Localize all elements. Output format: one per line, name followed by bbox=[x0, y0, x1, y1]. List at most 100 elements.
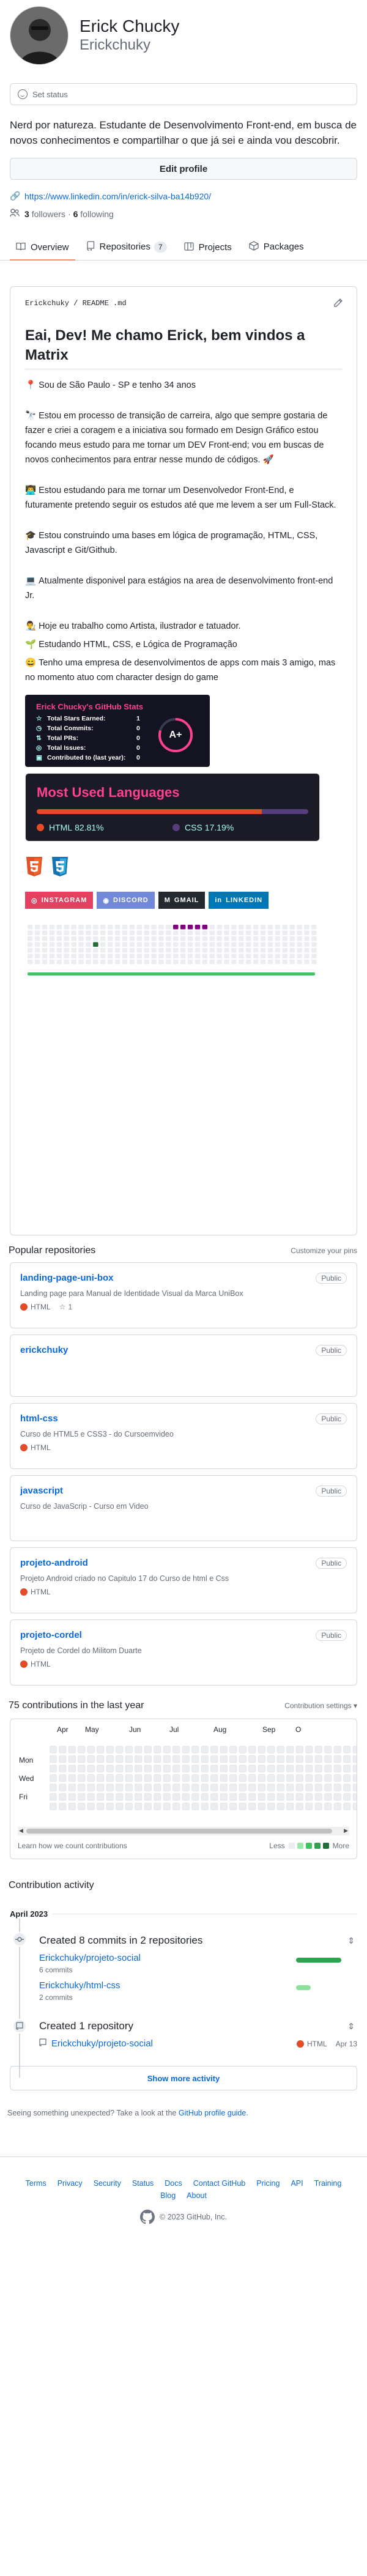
contribution-day-cell[interactable] bbox=[97, 1764, 105, 1772]
contribution-day-cell[interactable] bbox=[258, 1774, 265, 1782]
contribution-day-cell[interactable] bbox=[191, 1793, 199, 1801]
contribution-day-cell[interactable] bbox=[163, 1774, 171, 1782]
contribution-day-cell[interactable] bbox=[78, 1755, 86, 1763]
contribution-day-cell[interactable] bbox=[106, 1802, 114, 1810]
contribution-day-cell[interactable] bbox=[305, 1745, 313, 1753]
contribution-day-cell[interactable] bbox=[154, 1764, 161, 1772]
contribution-day-cell[interactable] bbox=[68, 1745, 76, 1753]
contribution-day-cell[interactable] bbox=[116, 1764, 124, 1772]
profile-guide-link[interactable]: GitHub profile guide bbox=[179, 2109, 246, 2117]
contribution-day-cell[interactable] bbox=[286, 1745, 294, 1753]
repo-name-link[interactable]: projeto-android bbox=[20, 1558, 88, 1568]
customize-pins-link[interactable]: Customize your pins bbox=[291, 1246, 357, 1255]
footer-link[interactable]: Security bbox=[94, 2179, 121, 2188]
contribution-day-cell[interactable] bbox=[343, 1755, 351, 1763]
contribution-day-cell[interactable] bbox=[87, 1745, 95, 1753]
contribution-day-cell[interactable] bbox=[125, 1774, 133, 1782]
contribution-day-cell[interactable] bbox=[50, 1802, 57, 1810]
contribution-day-cell[interactable] bbox=[144, 1764, 152, 1772]
contribution-day-cell[interactable] bbox=[295, 1774, 303, 1782]
contribution-day-cell[interactable] bbox=[125, 1755, 133, 1763]
contribution-day-cell[interactable] bbox=[182, 1755, 190, 1763]
contribution-day-cell[interactable] bbox=[324, 1802, 332, 1810]
contribution-day-cell[interactable] bbox=[239, 1745, 247, 1753]
scroll-right-arrow-icon[interactable]: ▶ bbox=[344, 1827, 348, 1834]
contribution-day-cell[interactable] bbox=[210, 1774, 218, 1782]
contribution-day-cell[interactable] bbox=[305, 1783, 313, 1791]
contribution-day-cell[interactable] bbox=[201, 1783, 209, 1791]
contribution-day-cell[interactable] bbox=[352, 1774, 357, 1782]
contribution-day-cell[interactable] bbox=[229, 1802, 237, 1810]
contribution-day-cell[interactable] bbox=[210, 1745, 218, 1753]
contribution-day-cell[interactable] bbox=[333, 1783, 341, 1791]
contribution-day-cell[interactable] bbox=[50, 1774, 57, 1782]
contribution-day-cell[interactable] bbox=[172, 1802, 180, 1810]
contribution-day-cell[interactable] bbox=[68, 1802, 76, 1810]
contribution-day-cell[interactable] bbox=[220, 1755, 228, 1763]
contribution-day-cell[interactable] bbox=[135, 1774, 143, 1782]
contribution-day-cell[interactable] bbox=[182, 1764, 190, 1772]
contribution-day-cell[interactable] bbox=[97, 1745, 105, 1753]
contribution-day-cell[interactable] bbox=[333, 1802, 341, 1810]
contribution-day-cell[interactable] bbox=[154, 1745, 161, 1753]
contribution-day-cell[interactable] bbox=[295, 1764, 303, 1772]
contribution-day-cell[interactable] bbox=[276, 1774, 284, 1782]
contribution-day-cell[interactable] bbox=[295, 1745, 303, 1753]
contribution-day-cell[interactable] bbox=[248, 1764, 256, 1772]
contribution-day-cell[interactable] bbox=[324, 1774, 332, 1782]
contribution-day-cell[interactable] bbox=[295, 1783, 303, 1791]
commit-repo-link[interactable]: Erickchuky/html-css bbox=[39, 1980, 120, 1991]
contribution-day-cell[interactable] bbox=[135, 1802, 143, 1810]
contribution-day-cell[interactable] bbox=[78, 1802, 86, 1810]
contribution-day-cell[interactable] bbox=[314, 1793, 322, 1801]
contribution-day-cell[interactable] bbox=[286, 1774, 294, 1782]
contribution-day-cell[interactable] bbox=[163, 1802, 171, 1810]
contribution-day-cell[interactable] bbox=[87, 1783, 95, 1791]
contribution-day-cell[interactable] bbox=[248, 1755, 256, 1763]
contribution-day-cell[interactable] bbox=[191, 1802, 199, 1810]
contribution-day-cell[interactable] bbox=[229, 1745, 237, 1753]
footer-link[interactable]: About bbox=[187, 2191, 207, 2200]
footer-link[interactable]: API bbox=[291, 2179, 303, 2188]
footer-link[interactable]: Terms bbox=[26, 2179, 46, 2188]
tab-repositories[interactable]: Repositories 7 bbox=[80, 241, 173, 260]
contribution-day-cell[interactable] bbox=[324, 1755, 332, 1763]
edit-profile-button[interactable]: Edit profile bbox=[10, 158, 357, 180]
contribution-day-cell[interactable] bbox=[172, 1745, 180, 1753]
contribution-day-cell[interactable] bbox=[343, 1745, 351, 1753]
contribution-day-cell[interactable] bbox=[97, 1793, 105, 1801]
contribution-day-cell[interactable] bbox=[229, 1774, 237, 1782]
contribution-day-cell[interactable] bbox=[68, 1783, 76, 1791]
contribution-day-cell[interactable] bbox=[248, 1793, 256, 1801]
contribution-day-cell[interactable] bbox=[314, 1774, 322, 1782]
calendar-scrollbar[interactable]: ◀ ▶ bbox=[18, 1827, 349, 1835]
contribution-day-cell[interactable] bbox=[239, 1793, 247, 1801]
contribution-day-cell[interactable] bbox=[220, 1764, 228, 1772]
contribution-day-cell[interactable] bbox=[229, 1764, 237, 1772]
contribution-day-cell[interactable] bbox=[258, 1793, 265, 1801]
following-link[interactable]: 6 following bbox=[73, 209, 114, 219]
contribution-day-cell[interactable] bbox=[258, 1745, 265, 1753]
social-badge-linkedin[interactable]: in LINKEDIN bbox=[209, 892, 269, 909]
footer-link[interactable]: Privacy bbox=[57, 2179, 83, 2188]
contribution-day-cell[interactable] bbox=[343, 1793, 351, 1801]
contribution-day-cell[interactable] bbox=[314, 1755, 322, 1763]
contribution-day-cell[interactable] bbox=[267, 1755, 275, 1763]
contribution-day-cell[interactable] bbox=[343, 1802, 351, 1810]
contribution-day-cell[interactable] bbox=[135, 1764, 143, 1772]
contribution-day-cell[interactable] bbox=[210, 1783, 218, 1791]
contribution-day-cell[interactable] bbox=[116, 1793, 124, 1801]
contribution-day-cell[interactable] bbox=[258, 1783, 265, 1791]
contribution-day-cell[interactable] bbox=[352, 1764, 357, 1772]
learn-contributions-link[interactable]: Learn how we count contributions bbox=[18, 1841, 127, 1850]
contribution-day-cell[interactable] bbox=[286, 1793, 294, 1801]
contribution-day-cell[interactable] bbox=[267, 1802, 275, 1810]
contribution-day-cell[interactable] bbox=[87, 1764, 95, 1772]
footer-link[interactable]: Training bbox=[314, 2179, 342, 2188]
contribution-day-cell[interactable] bbox=[295, 1755, 303, 1763]
scroll-left-arrow-icon[interactable]: ◀ bbox=[19, 1827, 23, 1834]
scrollbar-thumb[interactable] bbox=[26, 1829, 332, 1834]
contribution-day-cell[interactable] bbox=[144, 1793, 152, 1801]
contribution-day-cell[interactable] bbox=[68, 1793, 76, 1801]
tab-projects[interactable]: Projects bbox=[178, 242, 238, 260]
